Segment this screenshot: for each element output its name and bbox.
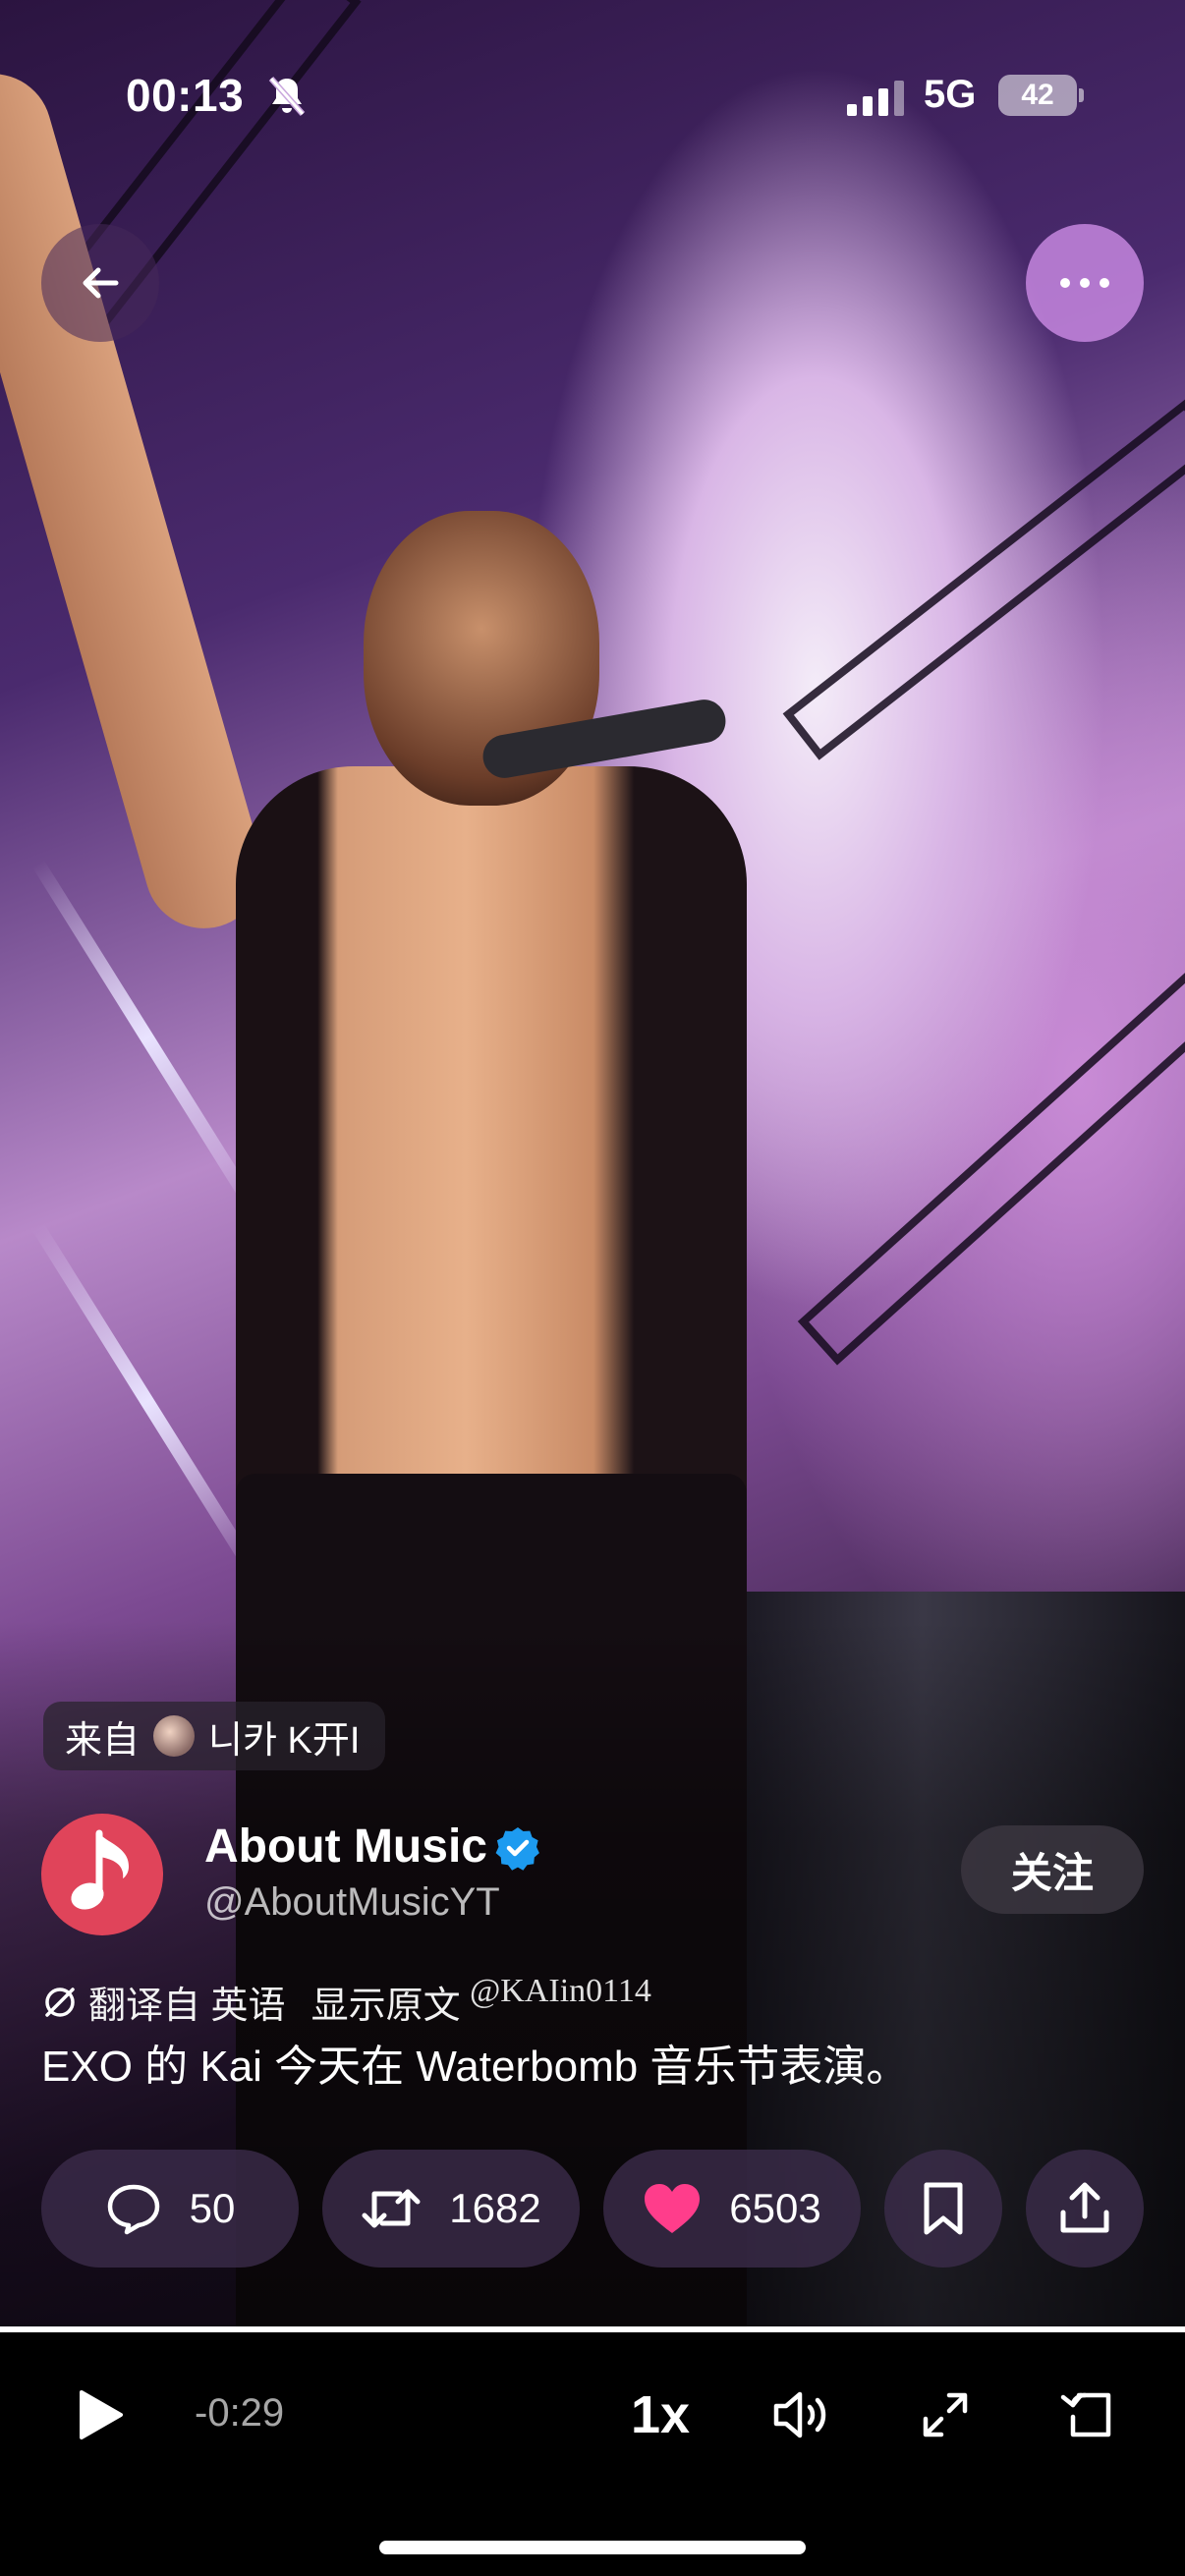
bookmark-icon <box>924 2182 963 2235</box>
translation-row: 翻译自 英语 显示原文 <box>41 1975 461 2029</box>
source-avatar <box>153 1715 196 1757</box>
verified-badge-icon <box>495 1827 539 1871</box>
reply-count: 50 <box>189 2185 236 2231</box>
network-label: 5G <box>924 73 977 116</box>
show-original-link[interactable]: 显示原文 <box>311 1975 461 2029</box>
reply-icon <box>107 2184 159 2235</box>
battery-icon: 42 <box>998 75 1084 116</box>
volume-icon <box>773 2391 826 2438</box>
source-prefix: 来自 <box>65 1719 141 1762</box>
home-indicator[interactable] <box>379 2541 806 2554</box>
repost-icon <box>362 2189 421 2228</box>
rotate-button[interactable] <box>1055 2374 1118 2456</box>
bell-muted-icon <box>268 77 306 116</box>
time-remaining: -0:29 <box>195 2391 285 2435</box>
share-icon <box>1060 2182 1109 2233</box>
volume-button[interactable] <box>766 2374 837 2456</box>
post-caption: EXO 的 Kai 今天在 Waterbomb 音乐节表演。 <box>41 2043 910 2091</box>
source-name: 니카 K开I <box>208 1719 361 1762</box>
play-icon <box>80 2390 123 2439</box>
status-time: 00:13 <box>126 70 245 121</box>
repost-button[interactable]: 1682 <box>322 2150 580 2268</box>
translate-icon <box>45 1987 75 2017</box>
share-button[interactable] <box>1026 2150 1144 2268</box>
expand-icon <box>923 2392 968 2437</box>
rotate-icon <box>1060 2392 1111 2437</box>
bookmark-button[interactable] <box>884 2150 1002 2268</box>
signal-icon <box>847 81 904 116</box>
translated-from-label: 翻译自 英语 <box>88 1986 286 2027</box>
player-controls <box>0 2332 1185 2576</box>
follow-button[interactable]: 关注 <box>961 1825 1144 1914</box>
source-chip[interactable]: 来自 니카 K开I <box>43 1702 386 1770</box>
music-note-icon <box>71 1829 129 1910</box>
arrow-left-icon <box>83 267 119 299</box>
stage-truss <box>782 399 1185 760</box>
play-button[interactable] <box>69 2374 132 2456</box>
like-count: 6503 <box>729 2185 821 2231</box>
author-name[interactable]: About Music <box>204 1820 487 1874</box>
playback-speed-button[interactable]: 1x <box>619 2374 702 2456</box>
like-button[interactable]: 6503 <box>603 2150 861 2268</box>
more-options-button[interactable] <box>1026 224 1144 342</box>
author-avatar[interactable] <box>41 1814 163 1935</box>
fullscreen-button[interactable] <box>914 2374 977 2456</box>
repost-count: 1682 <box>449 2185 541 2231</box>
author-handle[interactable]: @AboutMusicYT <box>204 1880 500 1925</box>
heart-icon <box>645 2184 701 2233</box>
back-button[interactable] <box>41 224 159 342</box>
stage-truss <box>797 953 1185 1366</box>
reply-button[interactable]: 50 <box>41 2150 299 2268</box>
more-dots-icon <box>1060 278 1109 288</box>
video-watermark: @KAIin0114 <box>470 1973 651 2009</box>
